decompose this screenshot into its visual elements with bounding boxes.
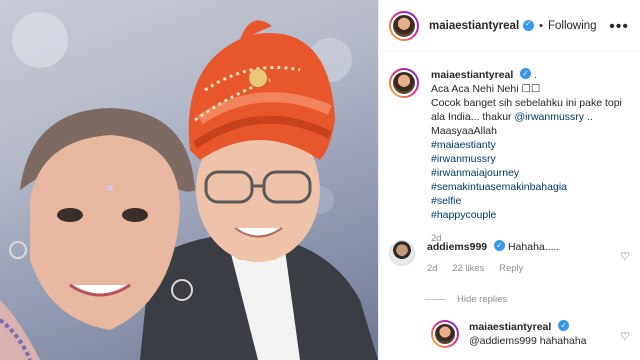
post-photo[interactable]: [0, 0, 378, 360]
hide-replies-toggle[interactable]: Hide replies: [425, 294, 507, 305]
post-caption: maiaestiantyreal . Aca Aca Nehi Nehi ☐☐ …: [389, 67, 633, 246]
hashtag-link[interactable]: #semakintuasemakinbahagia: [431, 180, 633, 194]
reply-text: @addiems999 hahahaha: [469, 335, 587, 347]
mention-link[interactable]: @irwanmussry: [514, 111, 584, 123]
commenter-avatar[interactable]: [389, 240, 415, 266]
reply-avatar[interactable]: [431, 320, 459, 348]
separator-dot: •: [539, 19, 543, 32]
verified-badge-icon: [558, 319, 570, 333]
author-username[interactable]: maiaestiantyreal: [429, 20, 519, 32]
reply-username[interactable]: maiaestiantyreal: [469, 321, 551, 333]
reply-button[interactable]: Reply: [499, 263, 523, 274]
caption-body: maiaestiantyreal . Aca Aca Nehi Nehi ☐☐ …: [431, 67, 633, 246]
following-button[interactable]: Following: [548, 20, 597, 32]
hide-replies-label: Hide replies: [457, 294, 508, 305]
hashtag-link[interactable]: #irwanmussry: [431, 152, 633, 166]
reply-body: maiaestiantyreal @addiems999 hahahaha: [469, 319, 587, 348]
caption-username[interactable]: maiaestiantyreal: [431, 69, 513, 81]
comment-item: addiems999 Hahaha..... 2d 22 likes Reply: [389, 239, 633, 276]
hashtag-link[interactable]: #maiaestianty: [431, 138, 633, 152]
hashtag-link[interactable]: #happycouple: [431, 208, 633, 222]
caption-avatar[interactable]: [389, 68, 419, 98]
like-reply-heart-icon[interactable]: ♡: [620, 330, 630, 343]
caption-line-2: Cocok banget sih sebelahku ini pake topi…: [431, 96, 633, 124]
caption-suffix: .: [534, 69, 538, 81]
like-comment-heart-icon[interactable]: ♡: [620, 250, 630, 263]
commenter-username[interactable]: addiems999: [427, 241, 487, 253]
comment-meta: 2d 22 likes Reply: [427, 262, 559, 276]
divider-line: [425, 299, 445, 300]
instagram-post: maiaestiantyreal • Following ••• maiaest…: [0, 0, 640, 360]
verified-badge-icon: [520, 67, 532, 81]
hashtag-link[interactable]: #selfie: [431, 194, 633, 208]
selfie-illustration: [0, 12, 378, 360]
comment-body: addiems999 Hahaha..... 2d 22 likes Reply: [427, 239, 560, 276]
comments-panel: maiaestiantyreal • Following ••• maiaest…: [378, 0, 640, 360]
post-header: maiaestiantyreal • Following •••: [379, 0, 640, 52]
caption-line-1: Aca Aca Nehi Nehi ☐☐: [431, 83, 541, 95]
caption-line-2-end: ..: [584, 111, 593, 123]
verified-badge-icon: [523, 19, 535, 31]
author-avatar[interactable]: [389, 10, 419, 41]
more-options-icon[interactable]: •••: [609, 18, 629, 36]
caption-line-3: MaasyaaAllah: [431, 125, 497, 137]
reply-item: maiaestiantyreal @addiems999 hahahaha: [431, 319, 631, 348]
comment-text: Hahaha.....: [507, 241, 560, 253]
comment-likes[interactable]: 22 likes: [452, 263, 484, 274]
hashtag-link[interactable]: #irwanmaiajourney: [431, 166, 633, 180]
comment-time[interactable]: 2d: [427, 263, 438, 274]
verified-badge-icon: [494, 239, 506, 253]
